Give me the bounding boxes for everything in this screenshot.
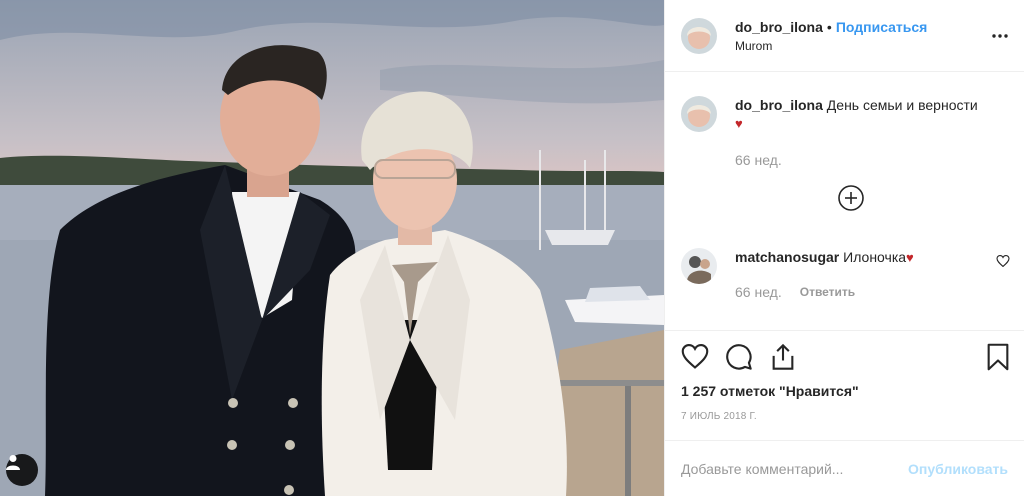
photo-scene xyxy=(0,0,664,496)
caption-body: do_bro_ilona День семьи и верности ♥ 66 … xyxy=(735,96,978,169)
post-actions: 1 257 отметок "Нравится" 7 ИЮЛЬ 2018 Г. xyxy=(665,330,1024,440)
post-date: 7 ИЮЛЬ 2018 Г. xyxy=(681,411,757,422)
caption-username[interactable]: do_bro_ilona xyxy=(735,97,823,113)
add-comment-bar: Опубликовать xyxy=(665,440,1024,496)
save-button[interactable] xyxy=(984,343,1012,371)
user-tag-button[interactable] xyxy=(6,454,38,486)
comment-age: 66 нед. xyxy=(735,284,782,300)
comment-item: matchanosugar Илоночка♥ 66 нед. Ответить xyxy=(681,248,1011,301)
post-header: do_bro_ilona • Подписаться Murom xyxy=(665,0,1024,72)
caption: do_bro_ilona День семьи и верности ♥ 66 … xyxy=(681,96,1011,169)
load-more-comments-button[interactable] xyxy=(837,184,865,212)
comment-username[interactable]: matchanosugar xyxy=(735,249,839,265)
commenter-avatar[interactable] xyxy=(681,248,717,284)
caption-avatar[interactable] xyxy=(681,96,717,132)
comment-icon xyxy=(726,344,752,370)
like-button[interactable] xyxy=(681,343,709,371)
comment-meta: 66 нед. Ответить xyxy=(735,283,914,301)
location-link[interactable]: Murom xyxy=(735,38,927,54)
save-icon xyxy=(987,343,1009,371)
comment-heart-icon: ♥ xyxy=(906,250,914,265)
comment-body: matchanosugar Илоночка♥ 66 нед. Ответить xyxy=(735,248,914,301)
comment-input[interactable] xyxy=(681,460,909,477)
header-separator: • xyxy=(826,18,832,35)
post-sidebar: do_bro_ilona • Подписаться Murom do_bro_il… xyxy=(664,0,1024,496)
comments-area: do_bro_ilona День семьи и верности ♥ 66 … xyxy=(665,72,1024,330)
author-avatar[interactable] xyxy=(681,17,717,54)
post-photo[interactable] xyxy=(0,0,664,496)
caption-text: День семьи и верности xyxy=(826,97,978,113)
author-username[interactable]: do_bro_ilona xyxy=(735,19,823,35)
share-button[interactable] xyxy=(769,343,797,371)
user-tag-icon xyxy=(6,455,20,470)
follow-button[interactable]: Подписаться xyxy=(836,19,928,35)
comment-button[interactable] xyxy=(725,343,753,371)
header-text: do_bro_ilona • Подписаться Murom xyxy=(735,18,927,54)
more-options-icon xyxy=(992,34,1008,38)
reply-button[interactable]: Ответить xyxy=(800,283,855,301)
caption-heart-icon: ♥ xyxy=(735,116,743,131)
share-icon xyxy=(772,343,794,370)
publish-button[interactable]: Опубликовать xyxy=(908,461,1008,477)
like-icon xyxy=(681,344,709,369)
more-options-button[interactable] xyxy=(988,24,1012,48)
load-more-icon xyxy=(838,185,864,211)
comment-text: Илоночка xyxy=(843,249,907,265)
likes-count[interactable]: 1 257 отметок "Нравится" xyxy=(681,383,859,399)
caption-age: 66 нед. xyxy=(735,152,782,168)
instagram-post: do_bro_ilona • Подписаться Murom do_bro_il… xyxy=(0,0,1024,496)
comment-like-icon[interactable] xyxy=(996,255,1010,267)
